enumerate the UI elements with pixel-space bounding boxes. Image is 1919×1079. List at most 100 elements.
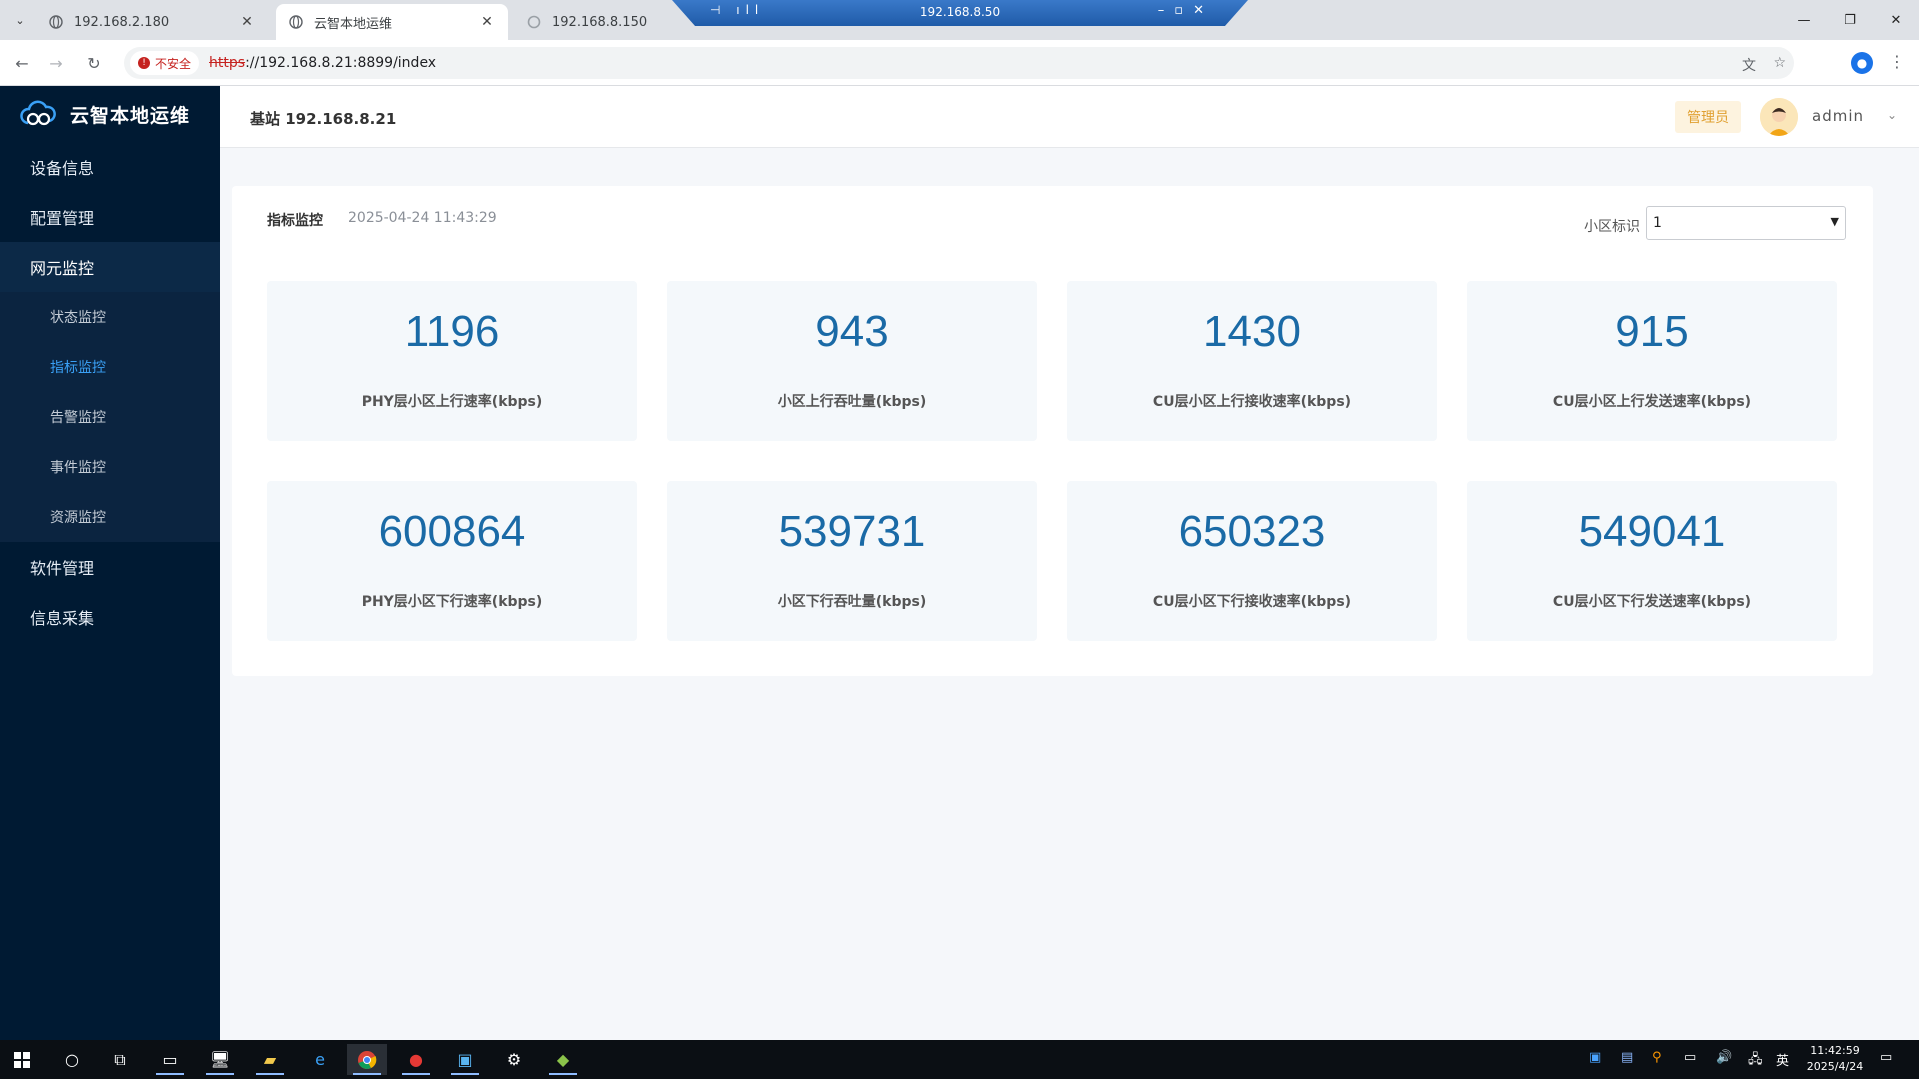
metric-value: 943 bbox=[815, 307, 889, 356]
translate-icon[interactable]: 文 bbox=[1742, 55, 1756, 75]
submenu-item-resource[interactable]: 资源监控 bbox=[0, 492, 220, 542]
panel-title: 指标监控 bbox=[267, 213, 323, 229]
submenu-label: 指标监控 bbox=[50, 360, 106, 376]
url-rest: ://192.168.8.21:8899/index bbox=[245, 55, 437, 71]
username[interactable]: admin bbox=[1812, 107, 1864, 125]
green-app-icon[interactable]: ◆ bbox=[543, 1044, 583, 1075]
metric-value: 1430 bbox=[1203, 307, 1301, 356]
forward-icon[interactable]: → bbox=[42, 49, 70, 77]
submenu-item-status[interactable]: 状态监控 bbox=[0, 292, 220, 342]
chevron-down-icon[interactable]: ⌄ bbox=[1887, 108, 1897, 122]
edge-browser-icon[interactable]: e bbox=[300, 1044, 340, 1075]
security-label: 不安全 bbox=[155, 56, 192, 71]
network-icon[interactable]: 🖧 bbox=[1748, 1050, 1763, 1072]
browser-tab-2[interactable]: 云智本地运维 ✕ bbox=[276, 4, 508, 40]
metric-label: CU层小区上行发送速率(kbps) bbox=[1552, 394, 1752, 410]
metric-label: PHY层小区上行速率(kbps) bbox=[361, 394, 543, 410]
restore-icon[interactable]: ❐ bbox=[1827, 0, 1873, 40]
metric-label: CU层小区上行接收速率(kbps) bbox=[1152, 394, 1352, 410]
metric-label: 小区下行吞吐量(kbps) bbox=[777, 594, 927, 610]
tab-title: 192.168.2.180 bbox=[74, 14, 170, 30]
menu-item-device-info[interactable]: 设备信息 bbox=[0, 142, 220, 192]
submenu-ne-monitor: 状态监控 指标监控 告警监控 事件监控 资源监控 bbox=[0, 292, 220, 542]
battery-icon[interactable]: ▭ bbox=[1684, 1050, 1696, 1065]
more-menu-icon[interactable]: ⋮ bbox=[1889, 52, 1905, 71]
sidebar: 云智本地运维 设备信息 配置管理 网元监控 状态监控 指标监控 告警监控 事件监… bbox=[0, 86, 220, 1040]
menu-label: 网元监控 bbox=[30, 259, 95, 278]
ime-indicator[interactable]: 英 bbox=[1776, 1050, 1789, 1069]
menu-item-collect[interactable]: 信息采集 bbox=[0, 592, 220, 642]
submenu-item-event[interactable]: 事件监控 bbox=[0, 442, 220, 492]
notification-icon[interactable]: ▭ bbox=[1880, 1050, 1892, 1065]
url-text[interactable]: https://192.168.8.21:8899/index bbox=[209, 55, 436, 71]
submenu-label: 告警监控 bbox=[50, 410, 106, 426]
metrics-panel: 指标监控 2025-04-24 11:43:29 小区标识 1 ▼ 1196 P… bbox=[232, 186, 1873, 676]
cloud-logo-icon bbox=[20, 100, 56, 126]
security-chip[interactable]: ! 不安全 bbox=[130, 51, 200, 75]
menu-label: 软件管理 bbox=[30, 559, 95, 578]
metric-card: 915 CU层小区上行发送速率(kbps) bbox=[1467, 281, 1837, 441]
panel-timestamp: 2025-04-24 11:43:29 bbox=[348, 210, 497, 226]
close-window-icon[interactable]: ✕ bbox=[1873, 0, 1919, 40]
tray-search-icon[interactable]: ⚲ bbox=[1652, 1050, 1662, 1065]
submenu-label: 状态监控 bbox=[50, 310, 106, 326]
cell-id-value: 1 bbox=[1653, 215, 1662, 231]
menu-label: 配置管理 bbox=[30, 209, 95, 228]
browser-tab-3[interactable]: 192.168.8.150 bbox=[514, 4, 674, 40]
tray-remote-icon[interactable]: ▤ bbox=[1621, 1050, 1633, 1065]
menu-item-software[interactable]: 软件管理 bbox=[0, 542, 220, 592]
metric-card: 1196 PHY层小区上行速率(kbps) bbox=[267, 281, 637, 441]
tab-title: 云智本地运维 bbox=[314, 16, 393, 32]
browser-tab-1[interactable]: 192.168.2.180 ✕ bbox=[36, 4, 268, 40]
url-scheme: https bbox=[209, 55, 246, 71]
window-controls: — ❐ ✕ bbox=[1781, 0, 1919, 40]
address-bar[interactable]: ! 不安全 https://192.168.8.21:8899/index 文 … bbox=[124, 47, 1794, 79]
remote-window-controls[interactable]: –▫✕ bbox=[1158, 3, 1214, 18]
remote-desktop-bar: ⊣ ıll 192.168.8.50 –▫✕ bbox=[672, 0, 1248, 26]
menu-item-ne-monitor[interactable]: 网元监控 bbox=[0, 242, 220, 292]
back-icon[interactable]: ← bbox=[8, 49, 36, 77]
menu-item-config[interactable]: 配置管理 bbox=[0, 192, 220, 242]
profile-icon[interactable]: ● bbox=[1851, 52, 1873, 74]
system-clock[interactable]: 11:42:59 2025/4/24 bbox=[1790, 1043, 1880, 1075]
user-avatar-icon bbox=[1760, 98, 1798, 136]
menu-label: 设备信息 bbox=[30, 159, 95, 178]
clock-time: 11:42:59 bbox=[1810, 1044, 1860, 1057]
submenu-item-metrics[interactable]: 指标监控 bbox=[0, 342, 220, 392]
warning-icon: ! bbox=[138, 57, 150, 69]
clock-date: 2025/4/24 bbox=[1806, 1060, 1864, 1073]
metric-label: 小区上行吞吐量(kbps) bbox=[777, 394, 927, 410]
volume-icon[interactable]: 🔊 bbox=[1716, 1050, 1732, 1065]
file-explorer-icon[interactable]: ▰ bbox=[250, 1044, 290, 1075]
network-app-icon[interactable]: ▣ bbox=[445, 1044, 485, 1075]
snail-app-icon[interactable]: ● bbox=[396, 1044, 436, 1075]
role-badge: 管理员 bbox=[1675, 101, 1741, 133]
minimize-icon[interactable]: — bbox=[1781, 0, 1827, 40]
chrome-icon[interactable] bbox=[347, 1044, 387, 1075]
task-view-icon[interactable]: ⧉ bbox=[100, 1044, 140, 1075]
browser-toolbar: ← → ↻ ! 不安全 https://192.168.8.21:8899/in… bbox=[0, 40, 1919, 86]
tab-title: 192.168.8.150 bbox=[552, 14, 648, 30]
close-icon[interactable]: ✕ bbox=[478, 13, 496, 31]
station-title: 基站 192.168.8.21 bbox=[250, 110, 397, 128]
windows-start-icon[interactable] bbox=[2, 1044, 42, 1075]
cell-id-select[interactable]: 1 ▼ bbox=[1646, 206, 1846, 240]
tray-app-icon[interactable]: ▣ bbox=[1589, 1050, 1601, 1065]
close-icon[interactable]: ✕ bbox=[238, 13, 256, 31]
search-icon[interactable]: ○ bbox=[52, 1044, 92, 1075]
terminal-icon[interactable]: ▭ bbox=[150, 1044, 190, 1075]
submenu-label: 事件监控 bbox=[50, 460, 106, 476]
metric-value: 1196 bbox=[404, 307, 500, 356]
metric-card: 539731 小区下行吞吐量(kbps) bbox=[667, 481, 1037, 641]
browser-tabstrip: ⌄ 192.168.2.180 ✕ 云智本地运维 ✕ 192.168.8.150… bbox=[0, 0, 1919, 40]
submenu-item-alarm[interactable]: 告警监控 bbox=[0, 392, 220, 442]
star-icon[interactable]: ☆ bbox=[1773, 55, 1786, 71]
remote-desktop-icon[interactable]: 🖥 bbox=[200, 1044, 240, 1075]
avatar[interactable] bbox=[1760, 98, 1798, 136]
tab-search-icon[interactable]: ⌄ bbox=[8, 8, 32, 32]
windows-taskbar: ○ ⧉ ▭ 🖥 ▰ e ● ▣ ⚙ ◆ ▣ ▤ ⚲ ▭ 🔊 🖧 英 11:42:… bbox=[0, 1040, 1919, 1079]
brand-name: 云智本地运维 bbox=[70, 104, 191, 127]
settings-gear-icon[interactable]: ⚙ bbox=[494, 1044, 534, 1075]
metric-card: 943 小区上行吞吐量(kbps) bbox=[667, 281, 1037, 441]
reload-icon[interactable]: ↻ bbox=[80, 49, 108, 77]
